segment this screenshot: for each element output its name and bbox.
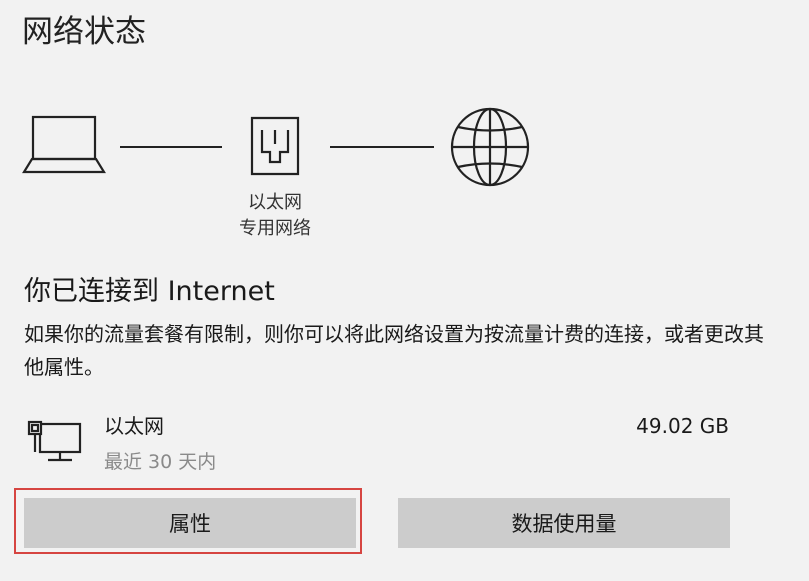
ethernet-node-network-type: 专用网络	[239, 218, 311, 239]
laptop-icon	[22, 115, 106, 174]
properties-button[interactable]: 属性	[24, 498, 356, 548]
connection-diagram: 以太网 专用网络	[0, 100, 809, 250]
ethernet-icon	[250, 116, 300, 176]
globe-icon	[450, 107, 530, 187]
network-status-page: 网络状态 以太网 专用网络 你已连接到 Internet 如果你的流量套餐有限制…	[0, 0, 809, 581]
data-usage-button[interactable]: 数据使用量	[398, 498, 730, 548]
page-title: 网络状态	[22, 14, 146, 50]
connection-status-heading: 你已连接到 Internet	[24, 276, 275, 307]
ethernet-node-label: 以太网 专用网络	[215, 190, 335, 242]
adapter-name: 以太网	[104, 414, 164, 438]
connection-diagram-graphic	[22, 107, 530, 187]
ethernet-node-name: 以太网	[248, 192, 302, 213]
adapter-usage-period: 最近 30 天内	[104, 451, 217, 473]
adapter-data-usage: 49.02 GB	[636, 414, 729, 438]
network-monitor-icon	[27, 420, 82, 462]
connection-status-description: 如果你的流量套餐有限制，则你可以将此网络设置为按流量计费的连接，或者更改其他属性…	[24, 322, 764, 379]
